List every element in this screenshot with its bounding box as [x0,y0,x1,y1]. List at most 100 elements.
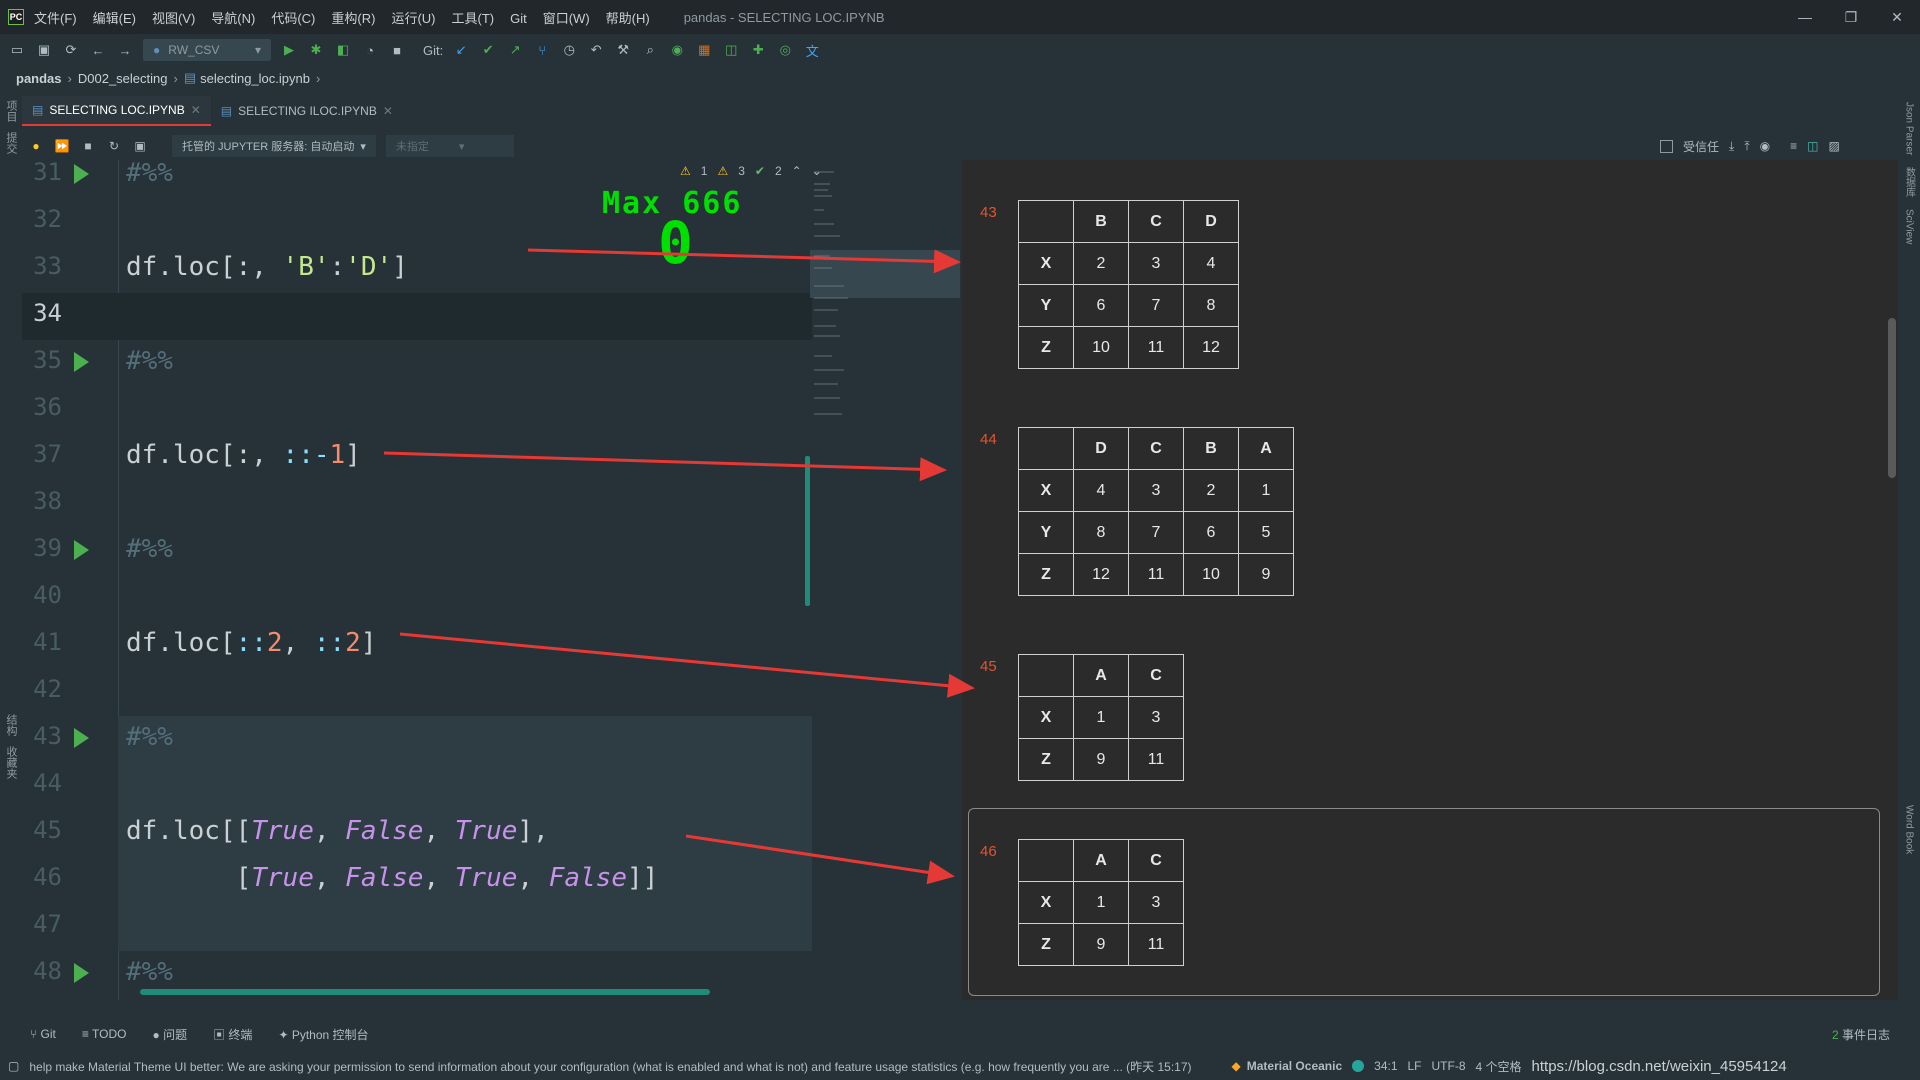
code-line[interactable]: 39 #%% [22,528,812,575]
run-cell-icon[interactable] [74,164,89,184]
git-update-icon[interactable]: ↙ [452,41,470,59]
profile-icon[interactable]: ◔ [361,41,379,59]
close-tab-icon[interactable]: ✕ [383,104,393,118]
jupyter-server-select[interactable]: 托管的 JUPYTER 服务器: 自动启动 ▾ [172,135,376,157]
breadcrumb-folder[interactable]: D002_selecting [78,71,168,86]
favorites-tool-button[interactable]: 收藏夹 [3,746,19,779]
code-line[interactable]: 43 #%% [22,716,812,763]
close-button[interactable]: ✕ [1874,9,1920,26]
diagram-icon[interactable]: ◫ [722,41,740,59]
breadcrumb-project[interactable]: pandas [16,71,62,86]
run-cell-icon[interactable] [74,728,89,748]
status-square-icon[interactable]: ▢ [8,1059,19,1073]
notebook-mode-icon[interactable]: ▣ [132,138,148,154]
terminal-tool-button[interactable]: ▣ 终端 [213,1026,252,1043]
project-tool-button[interactable]: 项目 [3,100,19,122]
forward-icon[interactable]: → [116,41,134,59]
code-line[interactable]: 40 [22,575,812,622]
git-branch-icon[interactable]: ⑂ [533,41,551,59]
code-line[interactable]: 36 [22,387,812,434]
menu-item[interactable]: 帮助(H) [606,11,650,26]
indent-setting[interactable]: 4 个空格 [1476,1058,1522,1075]
event-log-button[interactable]: 2 事件日志 [1832,1026,1890,1043]
back-icon[interactable]: ← [89,41,107,59]
structure-icon[interactable]: ▦ [695,41,713,59]
code-line[interactable]: 33 df.loc[:, 'B':'D'] [22,246,812,293]
breadcrumb-file[interactable]: selecting_loc.ipynb [200,71,310,86]
maximize-button[interactable]: ❐ [1828,9,1874,26]
commit-tool-button[interactable]: 提交 [3,132,19,154]
git-tool-button[interactable]: ⑂ Git [30,1027,56,1041]
split-view-icon[interactable]: ◫ [1807,139,1818,153]
lightbulb-icon[interactable]: ● [28,138,44,154]
menu-item[interactable]: 文件(F) [34,11,77,26]
inspection-widget[interactable]: ⚠ 1 ⚠ 3 ✔ 2 ⌃ ⌄ [680,164,822,178]
rollback-icon[interactable]: ↶ [587,41,605,59]
output-scrollbar[interactable] [1888,318,1896,478]
wrench-icon[interactable]: ⚒ [614,41,632,59]
run-cell-icon[interactable] [74,540,89,560]
menu-item[interactable]: 工具(T) [451,11,494,26]
menu-item[interactable]: 重构(R) [331,11,375,26]
problems-tool-button[interactable]: ● 问题 [152,1026,187,1043]
run-cell-icon[interactable] [74,963,89,983]
history-icon[interactable]: ◷ [560,41,578,59]
coverage-icon[interactable]: ◧ [334,41,352,59]
stop-icon[interactable]: ■ [388,41,406,59]
menu-item[interactable]: 导航(N) [211,11,255,26]
debug-icon[interactable]: ✱ [307,41,325,59]
code-line[interactable]: 41 df.loc[::2, ::2] [22,622,812,669]
tab-selecting-iloc[interactable]: ▤ SELECTING ILOC.IPYNB ✕ [211,96,403,126]
chevron-up-icon[interactable]: ⌃ [792,164,802,178]
code-editor[interactable]: 31 #%% 32 33 df.loc[:, 'B':'D'] 34 35 #%% 36 37 df… [22,160,812,1000]
theme-switcher[interactable]: ◆ Material Oceanic [1232,1059,1343,1073]
sync-icon[interactable]: ⟳ [62,41,80,59]
run-all-icon[interactable]: ⏩ [54,138,70,154]
code-line[interactable]: 42 [22,669,812,716]
file-encoding[interactable]: UTF-8 [1432,1059,1466,1073]
menu-item[interactable]: 窗口(W) [543,11,590,26]
restart-icon[interactable]: ↻ [106,138,122,154]
status-message[interactable]: help make Material Theme UI better: We a… [29,1058,1191,1075]
plugin-icon[interactable]: ✚ [749,41,767,59]
translate-icon[interactable]: 文 [803,41,821,59]
todo-tool-button[interactable]: ≡ TODO [82,1027,127,1041]
kernel-select[interactable]: 未指定 ▾ [385,135,514,157]
minimap[interactable] [810,160,960,430]
code-line[interactable]: 34 [22,293,812,340]
code-line[interactable]: 45 df.loc[[True, False, True], [22,810,812,857]
python-console-tool-button[interactable]: ✦ Python 控制台 [278,1026,368,1043]
run-icon[interactable]: ▶ [280,41,298,59]
git-commit-icon[interactable]: ✔ [479,41,497,59]
editor-only-icon[interactable]: ≡ [1790,139,1797,153]
open-folder-icon[interactable]: ▭ [8,41,26,59]
menu-item[interactable]: 视图(V) [152,11,195,26]
code-line[interactable]: 44 [22,763,812,810]
interrupt-icon[interactable]: ■ [80,138,96,154]
word-book-tool-button[interactable]: Word Book [1904,805,1915,854]
line-separator[interactable]: LF [1408,1059,1422,1073]
json-parser-tool-button[interactable]: Json Parser [1904,102,1915,155]
code-line[interactable]: 35 #%% [22,340,812,387]
menu-item[interactable]: Git [510,11,527,26]
code-line[interactable]: 47 [22,904,812,951]
trusted-checkbox[interactable] [1660,139,1673,153]
menu-item[interactable]: 代码(C) [271,11,315,26]
zoom-icon[interactable]: ◉ [668,41,686,59]
preview-icon[interactable]: ◉ [1760,139,1770,153]
split-up-icon[interactable]: ⤒ [1744,139,1749,154]
code-line[interactable]: 37 df.loc[:, ::-1] [22,434,812,481]
sciview-tool-button[interactable]: SciView [1904,209,1915,244]
preview-only-icon[interactable]: ▨ [1828,139,1839,153]
inspect-icon[interactable]: ◎ [776,41,794,59]
menu-item[interactable]: 编辑(E) [93,11,136,26]
run-config-select[interactable]: ● RW_CSV ▾ [143,39,271,61]
menu-item[interactable]: 运行(U) [391,11,435,26]
database-tool-button[interactable]: 数据库 [1902,167,1917,197]
caret-position[interactable]: 34:1 [1374,1059,1397,1073]
structure-tool-button[interactable]: 结构 [3,714,19,736]
split-down-icon[interactable]: ⤓ [1729,139,1734,154]
editor-horizontal-scrollbar[interactable] [140,989,710,995]
code-line[interactable]: 46 [True, False, True, False]] [22,857,812,904]
editor-vertical-scrollbar[interactable] [805,456,810,606]
